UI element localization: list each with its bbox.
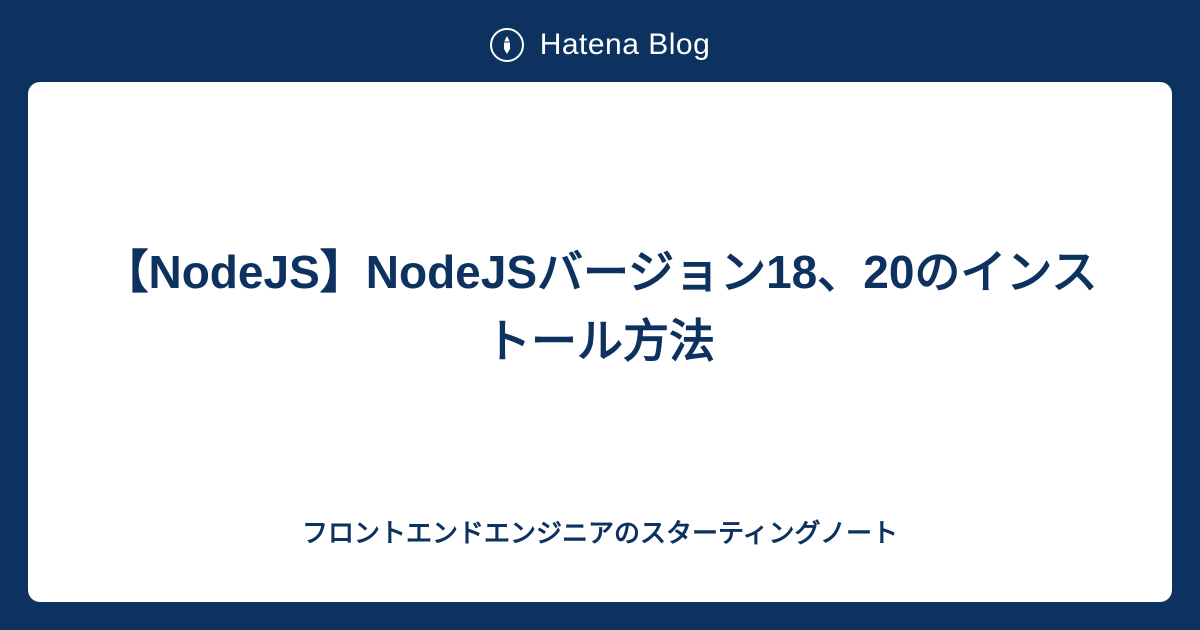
blog-name: フロントエンドエンジニアのスターティングノート xyxy=(302,513,898,550)
logo-text: Hatena Blog xyxy=(540,28,711,62)
article-card: 【NodeJS】NodeJSバージョン18、20のインストール方法 フロントエン… xyxy=(28,82,1172,602)
header: Hatena Blog xyxy=(0,0,1200,82)
article-title: 【NodeJS】NodeJSバージョン18、20のインストール方法 xyxy=(88,238,1112,376)
hatena-pen-icon xyxy=(490,28,524,62)
